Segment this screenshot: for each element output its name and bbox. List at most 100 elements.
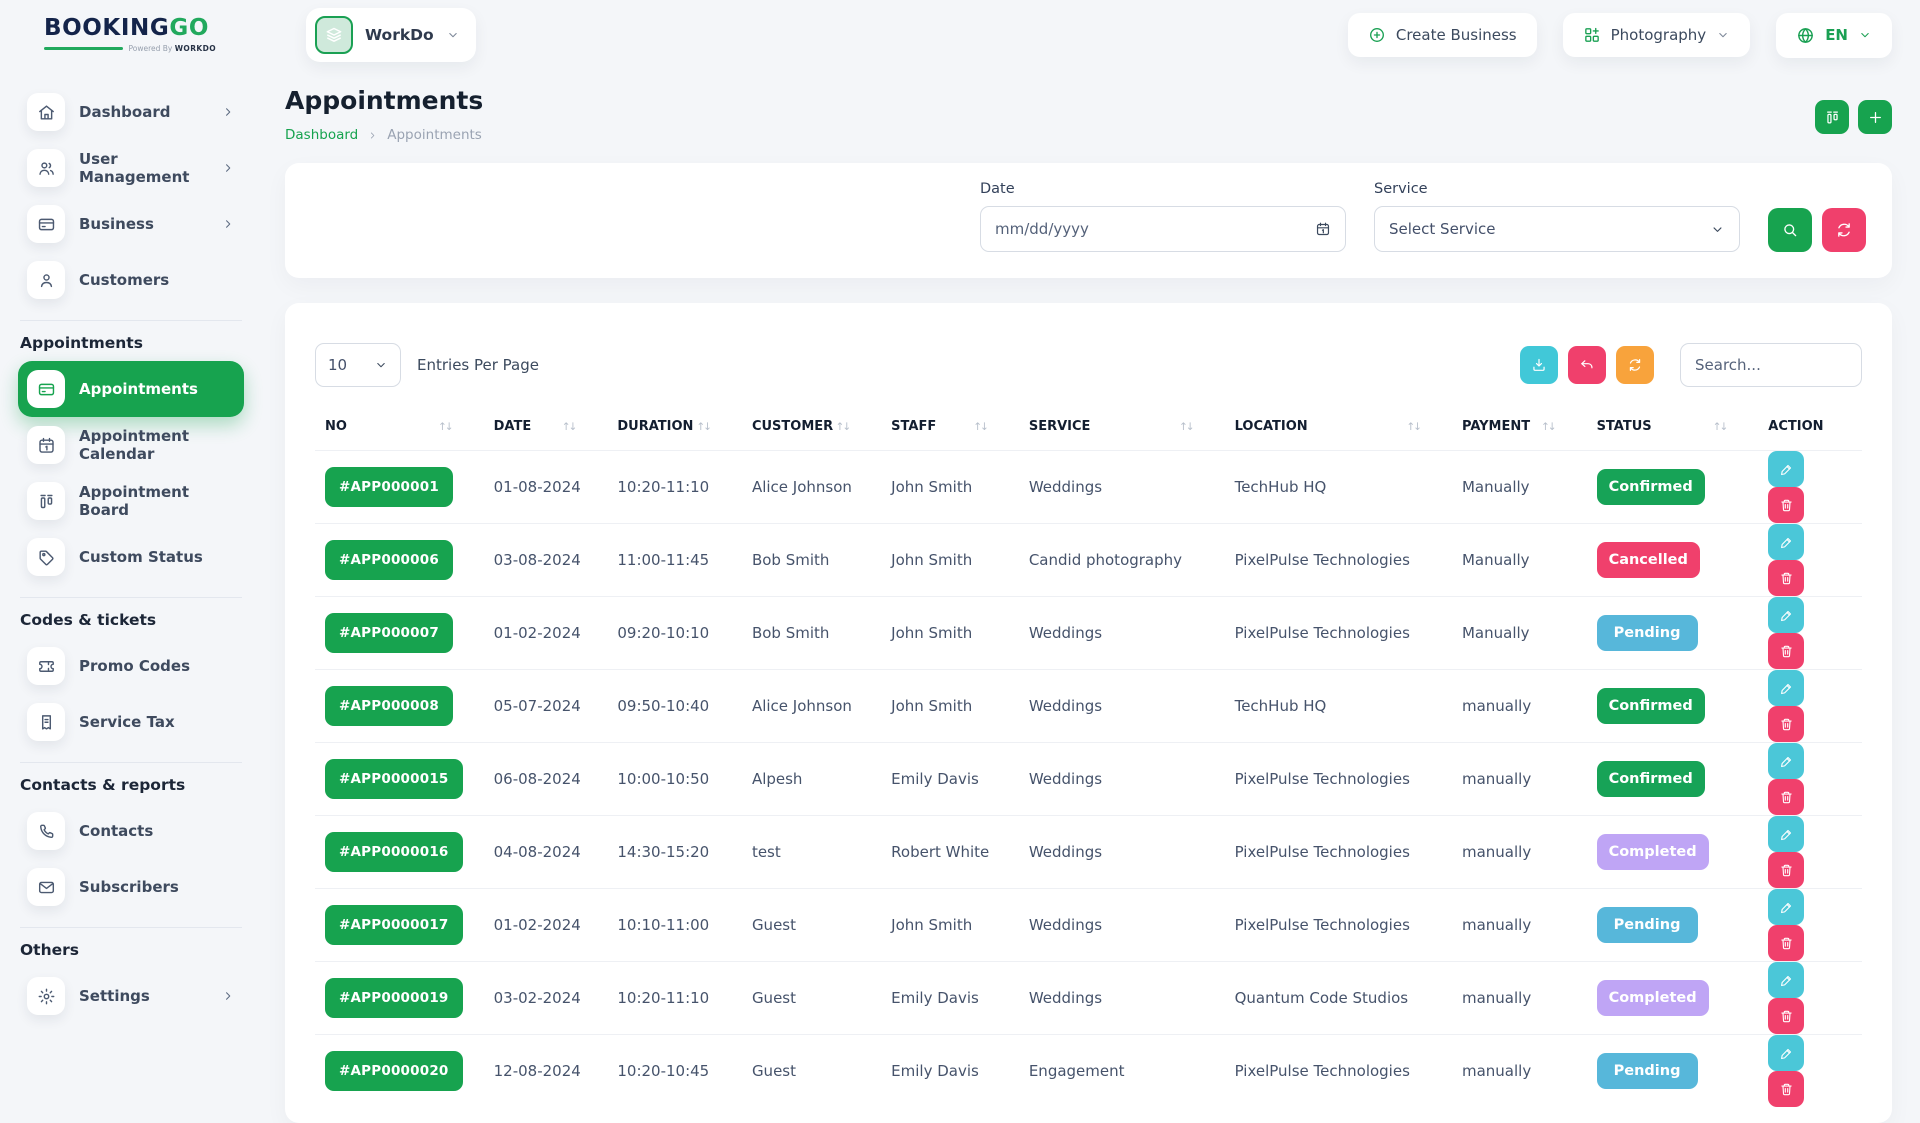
entries-per-page-select[interactable]: 10 <box>315 343 401 387</box>
business-switcher[interactable]: Photography <box>1563 13 1751 57</box>
sidebar-item-dashboard[interactable]: Dashboard <box>18 84 244 140</box>
appointment-id-badge[interactable]: #APP0000015 <box>325 759 463 799</box>
cell-payment: manually <box>1452 816 1587 889</box>
sort-icon[interactable]: ↑↓ <box>1179 421 1193 433</box>
filter-reset-button[interactable] <box>1822 208 1866 252</box>
delete-button[interactable] <box>1768 998 1804 1034</box>
cell-duration: 10:20-10:45 <box>607 1035 742 1108</box>
add-appointment-button[interactable] <box>1858 100 1892 134</box>
table-header: NO↑↓DATE↑↓DURATION↑↓CUSTOMER↑↓STAFF↑↓SER… <box>315 407 1862 451</box>
service-select[interactable]: Select Service <box>1374 206 1740 252</box>
powered-by: Powered By WORKDO <box>129 44 217 53</box>
appointment-id-badge[interactable]: #APP0000019 <box>325 978 463 1018</box>
table-row: #APP000001701-02-202410:10-11:00GuestJoh… <box>315 889 1862 962</box>
sort-icon[interactable]: ↑↓ <box>1406 421 1420 433</box>
chevron-down-icon <box>446 28 460 42</box>
sidebar-item-service-tax[interactable]: Service Tax <box>18 694 244 750</box>
cell-customer: Alice Johnson <box>742 670 881 743</box>
sidebar-item-appointment-calendar[interactable]: Appointment Calendar <box>18 417 244 473</box>
cell-location: PixelPulse Technologies <box>1225 889 1452 962</box>
edit-button[interactable] <box>1768 597 1804 633</box>
delete-button[interactable] <box>1768 1071 1804 1107</box>
appointment-id-badge[interactable]: #APP000006 <box>325 540 453 580</box>
sidebar-item-appointment-board[interactable]: Appointment Board <box>18 473 244 529</box>
column-header-staff: STAFF↑↓ <box>881 407 1019 451</box>
sidebar-item-customers[interactable]: Customers <box>18 252 244 308</box>
sidebar-item-label: Promo Codes <box>79 657 235 675</box>
breadcrumb-current: Appointments <box>387 127 482 143</box>
cell-actions <box>1758 670 1862 743</box>
sort-icon[interactable]: ↑↓ <box>1541 421 1555 433</box>
cell-customer: Alpesh <box>742 743 881 816</box>
table-search[interactable] <box>1680 343 1862 387</box>
edit-button[interactable] <box>1768 962 1804 998</box>
edit-button[interactable] <box>1768 451 1804 487</box>
logo-tagline: Powered By WORKDO <box>44 44 216 53</box>
appointment-id-badge[interactable]: #APP000001 <box>325 467 453 507</box>
sidebar-item-subscribers[interactable]: Subscribers <box>18 859 244 915</box>
edit-button[interactable] <box>1768 670 1804 706</box>
logo-underline <box>44 47 123 50</box>
table-search-input[interactable] <box>1695 356 1847 374</box>
language-selector[interactable]: EN <box>1776 13 1892 58</box>
create-business-button[interactable]: Create Business <box>1348 13 1537 57</box>
appointment-id-badge[interactable]: #APP0000017 <box>325 905 463 945</box>
appointment-id-badge[interactable]: #APP0000016 <box>325 832 463 872</box>
sidebar-section-title: Others <box>20 941 242 959</box>
sort-icon[interactable]: ↑↓ <box>973 421 987 433</box>
chevron-right-icon <box>221 217 235 231</box>
refresh-button[interactable] <box>1616 346 1654 384</box>
appointment-id-badge[interactable]: #APP000007 <box>325 613 453 653</box>
appointment-board-button[interactable] <box>1815 100 1849 134</box>
sort-icon[interactable]: ↑↓ <box>562 421 576 433</box>
trash-icon <box>1779 644 1794 659</box>
card-icon <box>27 205 65 243</box>
breadcrumb-dashboard[interactable]: Dashboard <box>285 127 358 143</box>
sidebar-item-custom-status[interactable]: Custom Status <box>18 529 244 585</box>
download-icon <box>1531 357 1547 373</box>
sort-icon[interactable]: ↑↓ <box>836 421 850 433</box>
delete-button[interactable] <box>1768 560 1804 596</box>
sidebar-item-promo-codes[interactable]: Promo Codes <box>18 638 244 694</box>
sidebar: DashboardUser ManagementBusinessCustomer… <box>0 74 260 1024</box>
delete-button[interactable] <box>1768 487 1804 523</box>
delete-button[interactable] <box>1768 779 1804 815</box>
sort-icon[interactable]: ↑↓ <box>696 421 710 433</box>
delete-button[interactable] <box>1768 633 1804 669</box>
appointment-id-badge[interactable]: #APP0000020 <box>325 1051 463 1091</box>
appointment-id-badge[interactable]: #APP000008 <box>325 686 453 726</box>
delete-button[interactable] <box>1768 852 1804 888</box>
sidebar-item-settings[interactable]: Settings <box>18 968 244 1024</box>
cell-actions <box>1758 816 1862 889</box>
status-badge: Completed <box>1597 834 1709 870</box>
date-filter-label: Date <box>980 181 1346 197</box>
cell-service: Weddings <box>1019 670 1225 743</box>
delete-button[interactable] <box>1768 925 1804 961</box>
back-button[interactable] <box>1568 346 1606 384</box>
edit-button[interactable] <box>1768 743 1804 779</box>
sidebar-item-contacts[interactable]: Contacts <box>18 803 244 859</box>
edit-button[interactable] <box>1768 524 1804 560</box>
delete-button[interactable] <box>1768 706 1804 742</box>
logo-text: BOOKINGGO <box>44 17 216 40</box>
edit-button[interactable] <box>1768 816 1804 852</box>
filter-search-button[interactable] <box>1768 208 1812 252</box>
cell-duration: 09:20-10:10 <box>607 597 742 670</box>
sidebar-item-user-management[interactable]: User Management <box>18 140 244 196</box>
sort-icon[interactable]: ↑↓ <box>1713 421 1727 433</box>
export-button[interactable] <box>1520 346 1558 384</box>
date-input-text[interactable] <box>995 220 1307 238</box>
sidebar-item-business[interactable]: Business <box>18 196 244 252</box>
plus-icon <box>1867 109 1884 126</box>
table-row: #APP000001903-02-202410:20-11:10GuestEmi… <box>315 962 1862 1035</box>
board-icon <box>27 482 65 520</box>
users-icon <box>27 149 65 187</box>
edit-button[interactable] <box>1768 1035 1804 1071</box>
edit-button[interactable] <box>1768 889 1804 925</box>
sort-icon[interactable]: ↑↓ <box>438 421 452 433</box>
sidebar-item-appointments[interactable]: Appointments <box>18 361 244 417</box>
chevron-down-icon <box>1710 222 1725 237</box>
workspace-selector[interactable]: WorkDo <box>306 8 476 62</box>
column-header-service: SERVICE↑↓ <box>1019 407 1225 451</box>
date-input[interactable] <box>980 206 1346 252</box>
